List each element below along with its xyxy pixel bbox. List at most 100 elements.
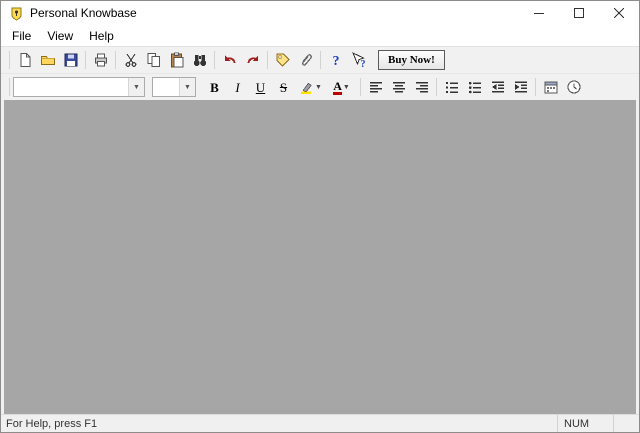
insert-time-icon bbox=[566, 79, 582, 95]
decrease-indent-button[interactable] bbox=[486, 76, 509, 98]
bold-button[interactable]: B bbox=[203, 76, 226, 98]
format-toolbar: ▼ ▼ B I U S ▼ A ▼ bbox=[1, 73, 639, 100]
maximize-icon bbox=[574, 8, 584, 18]
window-controls bbox=[519, 1, 639, 25]
status-help-text: For Help, press F1 bbox=[1, 418, 557, 430]
app-logo-icon bbox=[9, 6, 24, 21]
toolbar-separator bbox=[535, 78, 536, 96]
chevron-down-icon: ▼ bbox=[315, 84, 322, 91]
font-color-button[interactable]: A ▼ bbox=[326, 76, 357, 98]
italic-icon: I bbox=[235, 81, 239, 94]
insert-date-button[interactable] bbox=[539, 76, 562, 98]
paste-button[interactable] bbox=[165, 49, 188, 71]
toolbar-separator bbox=[214, 51, 215, 69]
clipboard-icon bbox=[169, 52, 185, 68]
font-name-combo[interactable]: ▼ bbox=[13, 77, 145, 97]
bold-icon: B bbox=[210, 81, 219, 94]
close-icon bbox=[614, 8, 624, 18]
redo-button[interactable] bbox=[241, 49, 264, 71]
app-window: Personal Knowbase File View Help bbox=[0, 0, 640, 433]
save-floppy-icon bbox=[63, 52, 79, 68]
chevron-down-icon[interactable]: ▼ bbox=[128, 78, 144, 96]
title-bar: Personal Knowbase bbox=[1, 1, 639, 25]
bullet-list-icon bbox=[467, 79, 483, 95]
minimize-icon bbox=[534, 8, 544, 18]
underline-icon: U bbox=[256, 81, 265, 94]
toolbar-separator bbox=[320, 51, 321, 69]
toolbar-separator bbox=[85, 51, 86, 69]
svg-text:?: ? bbox=[360, 59, 365, 68]
underline-button[interactable]: U bbox=[249, 76, 272, 98]
buy-now-button[interactable]: Buy Now! bbox=[378, 50, 445, 70]
align-right-button[interactable] bbox=[410, 76, 433, 98]
attachments-button[interactable] bbox=[294, 49, 317, 71]
italic-button[interactable]: I bbox=[226, 76, 249, 98]
toolbar-separator bbox=[115, 51, 116, 69]
save-button[interactable] bbox=[59, 49, 82, 71]
new-document-icon bbox=[17, 52, 33, 68]
numbered-list-button[interactable] bbox=[440, 76, 463, 98]
strikethrough-button[interactable]: S bbox=[272, 76, 295, 98]
minimize-button[interactable] bbox=[519, 1, 559, 25]
status-bar: For Help, press F1 NUM bbox=[1, 414, 639, 432]
context-help-button[interactable]: ? bbox=[347, 49, 370, 71]
menu-view[interactable]: View bbox=[39, 27, 81, 45]
copy-pages-icon bbox=[146, 52, 162, 68]
binoculars-icon bbox=[192, 52, 208, 68]
highlight-color-button[interactable]: ▼ bbox=[295, 76, 326, 98]
font-size-combo[interactable]: ▼ bbox=[152, 77, 196, 97]
app-icon bbox=[8, 5, 24, 21]
maximize-button[interactable] bbox=[559, 1, 599, 25]
context-help-icon: ? bbox=[351, 52, 367, 68]
print-button[interactable] bbox=[89, 49, 112, 71]
menu-help[interactable]: Help bbox=[81, 27, 122, 45]
tag-icon bbox=[275, 52, 291, 68]
num-lock-indicator: NUM bbox=[557, 415, 613, 432]
svg-text:?: ? bbox=[332, 54, 339, 68]
open-button[interactable] bbox=[36, 49, 59, 71]
increase-indent-button[interactable] bbox=[509, 76, 532, 98]
close-button[interactable] bbox=[599, 1, 639, 25]
help-button[interactable]: ? bbox=[324, 49, 347, 71]
redo-arrow-icon bbox=[245, 52, 261, 68]
align-center-icon bbox=[391, 79, 407, 95]
toolbar-gripper bbox=[9, 78, 10, 96]
resize-grip[interactable] bbox=[613, 415, 639, 432]
highlighter-pen-icon bbox=[299, 80, 314, 95]
align-center-button[interactable] bbox=[387, 76, 410, 98]
undo-button[interactable] bbox=[218, 49, 241, 71]
decrease-indent-icon bbox=[490, 79, 506, 95]
paperclip-icon bbox=[298, 52, 314, 68]
toolbar-separator bbox=[267, 51, 268, 69]
open-folder-icon bbox=[40, 52, 56, 68]
insert-date-icon bbox=[543, 79, 559, 95]
help-question-icon: ? bbox=[328, 52, 344, 68]
cut-button[interactable] bbox=[119, 49, 142, 71]
keywords-button[interactable] bbox=[271, 49, 294, 71]
find-button[interactable] bbox=[188, 49, 211, 71]
font-color-icon: A bbox=[333, 80, 342, 95]
workspace bbox=[4, 100, 636, 414]
font-name-value[interactable] bbox=[14, 78, 128, 96]
strikethrough-icon: S bbox=[280, 81, 287, 94]
undo-arrow-icon bbox=[222, 52, 238, 68]
new-button[interactable] bbox=[13, 49, 36, 71]
increase-indent-icon bbox=[513, 79, 529, 95]
align-right-icon bbox=[414, 79, 430, 95]
bullet-list-button[interactable] bbox=[463, 76, 486, 98]
align-left-icon bbox=[368, 79, 384, 95]
main-toolbar: ? ? Buy Now! bbox=[1, 46, 639, 73]
window-title: Personal Knowbase bbox=[30, 6, 137, 20]
chevron-down-icon[interactable]: ▼ bbox=[179, 78, 195, 96]
menu-bar: File View Help bbox=[1, 25, 639, 46]
menu-file[interactable]: File bbox=[4, 27, 39, 45]
chevron-down-icon: ▼ bbox=[343, 84, 350, 91]
toolbar-separator bbox=[436, 78, 437, 96]
toolbar-separator bbox=[360, 78, 361, 96]
insert-time-button[interactable] bbox=[562, 76, 585, 98]
align-left-button[interactable] bbox=[364, 76, 387, 98]
font-size-value[interactable] bbox=[153, 78, 179, 96]
scissors-icon bbox=[123, 52, 139, 68]
copy-button[interactable] bbox=[142, 49, 165, 71]
toolbar-gripper bbox=[9, 51, 10, 69]
